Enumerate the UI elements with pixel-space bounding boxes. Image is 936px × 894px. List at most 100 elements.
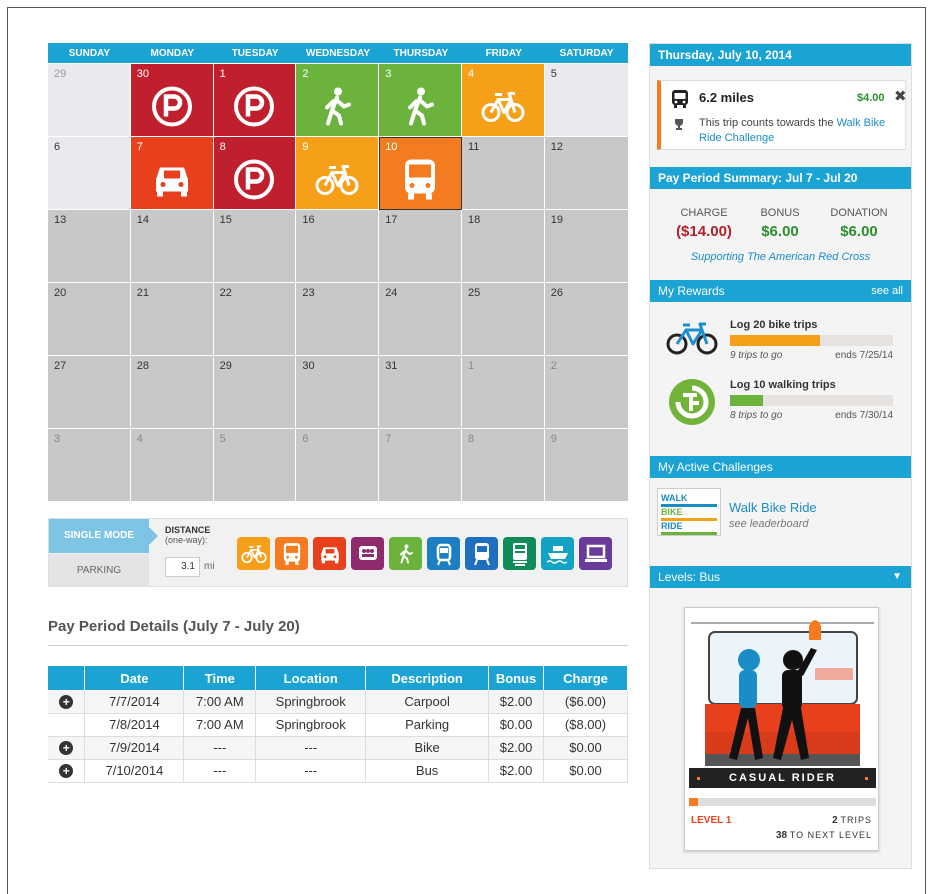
pay-period-table: Date Time Location Description Bonus Charge +…: [48, 666, 628, 783]
calendar-day[interactable]: 2: [296, 64, 380, 137]
calendar-day[interactable]: 30: [296, 356, 380, 429]
calendar-day[interactable]: 2: [544, 356, 628, 429]
pay-period-title: Pay Period Details (July 7 - July 20): [48, 618, 300, 635]
cell-time: 7:00 AM: [183, 713, 257, 737]
calendar-day[interactable]: 8: [461, 429, 545, 502]
day-number: 19: [550, 214, 564, 226]
challenge-name[interactable]: Walk Bike Ride: [729, 500, 817, 515]
close-icon[interactable]: ✖: [894, 87, 907, 105]
calendar-day[interactable]: 15: [213, 210, 297, 283]
calendar-day[interactable]: 16: [296, 210, 380, 283]
expand-icon[interactable]: +: [59, 764, 74, 778]
calendar-weekday-header: SUNDAY MONDAY TUESDAY WEDNESDAY THURSDAY FRID…: [48, 43, 628, 64]
calendar-day[interactable]: 3: [48, 429, 131, 502]
calendar-day[interactable]: 23: [296, 283, 380, 356]
calendar-day[interactable]: 1: [213, 64, 297, 137]
walk-mode-button[interactable]: [389, 537, 422, 570]
rewards-title: My Rewards: [658, 284, 725, 298]
distance-input[interactable]: 3.1: [165, 557, 200, 577]
badge-title: CASUAL RIDER: [729, 772, 836, 784]
bike-mode-button[interactable]: [237, 537, 270, 570]
calendar-day[interactable]: 29: [213, 356, 297, 429]
expand-icon[interactable]: +: [59, 741, 74, 755]
challenge-logo[interactable]: WALK BIKE RIDE: [657, 488, 721, 536]
day-number: 26: [550, 287, 564, 299]
calendar-day[interactable]: 4: [130, 429, 214, 502]
day-number: 30: [302, 360, 315, 372]
day-number: 16: [302, 214, 315, 226]
car-mode-button[interactable]: [313, 537, 346, 570]
ferry-mode-button[interactable]: [541, 537, 574, 570]
calendar-day[interactable]: 14: [130, 210, 214, 283]
see-all-link[interactable]: see all: [871, 280, 903, 302]
calendar-day[interactable]: 11: [461, 137, 545, 210]
calendar-day[interactable]: 27: [48, 356, 131, 429]
calendar-day[interactable]: 31: [379, 356, 462, 429]
vanpool-icon: [357, 544, 379, 564]
sidebar-panel: Thursday, July 10, 2014 6.2 miles $4.00 …: [649, 43, 912, 869]
bus-icon: [282, 542, 302, 566]
cell-date: 7/7/2014: [84, 690, 185, 714]
calendar-day[interactable]: 3: [379, 64, 462, 137]
telework-mode-button[interactable]: [579, 537, 612, 570]
parking-tab[interactable]: PARKING: [49, 554, 149, 587]
bike-icon: [481, 90, 525, 127]
day-number: 14: [136, 214, 150, 226]
calendar-day[interactable]: 6: [296, 429, 380, 502]
calendar-day[interactable]: 7: [130, 137, 214, 210]
trips-number: 2: [832, 815, 838, 826]
calendar-day[interactable]: 6: [48, 137, 131, 210]
weekday-label: THURSDAY: [393, 48, 449, 59]
table-row: 7/8/2014 7:00 AM Springbrook Parking $0.00 ($…: [48, 713, 628, 737]
calendar-day[interactable]: 17: [379, 210, 462, 283]
day-number: 6: [302, 433, 309, 445]
expand-icon[interactable]: +: [59, 694, 74, 709]
cell-location: Springbrook: [255, 690, 367, 714]
calendar-day[interactable]: 9: [544, 429, 628, 502]
calendar-day[interactable]: 1: [461, 356, 545, 429]
cell-charge: ($8.00): [543, 713, 628, 737]
calendar-day[interactable]: 30: [130, 64, 214, 137]
day-number: 25: [467, 287, 481, 299]
tram-icon: [435, 542, 453, 566]
light-rail-mode-button[interactable]: [465, 537, 498, 570]
cell-bonus: $2.00: [488, 736, 545, 760]
bus-mode-button[interactable]: [275, 537, 308, 570]
calendar-day[interactable]: 25: [461, 283, 545, 356]
calendar-day[interactable]: 12: [544, 137, 628, 210]
calendar-day[interactable]: 9: [296, 137, 380, 210]
vanpool-mode-button[interactable]: [351, 537, 384, 570]
calendar-day[interactable]: 4: [461, 64, 545, 137]
calendar-day[interactable]: 22: [213, 283, 297, 356]
calendar-day[interactable]: 20: [48, 283, 131, 356]
reward-end-date: ends 7/25/14: [835, 350, 893, 361]
level-label: LEVEL 1: [691, 815, 732, 826]
calendar-day[interactable]: 18: [461, 210, 545, 283]
single-mode-tab[interactable]: SINGLE MODE: [49, 519, 158, 553]
trip-card[interactable]: 6.2 miles $4.00 ✖ This trip counts towar…: [657, 80, 907, 150]
challenge-sub[interactable]: see leaderboard: [729, 518, 809, 530]
calendar-day[interactable]: 5: [544, 64, 628, 137]
calendar-day[interactable]: 26: [544, 283, 628, 356]
badge-dot: [865, 777, 868, 780]
cell-time: ---: [183, 759, 257, 783]
calendar-day[interactable]: 21: [130, 283, 214, 356]
chevron-down-icon[interactable]: ▼: [892, 566, 902, 588]
rewards-header: My Rewards see all: [650, 280, 911, 302]
calendar-day[interactable]: 10: [379, 137, 462, 210]
calendar-day[interactable]: 28: [130, 356, 214, 429]
supporting-link[interactable]: Supporting The American Red Cross: [650, 251, 911, 263]
day-number: 11: [467, 141, 480, 153]
calendar-day[interactable]: 29: [48, 64, 131, 137]
calendar-day[interactable]: 5: [213, 429, 297, 502]
train-mode-button[interactable]: [503, 537, 536, 570]
column-header: Date: [84, 666, 185, 690]
calendar-day[interactable]: 13: [48, 210, 131, 283]
levels-header[interactable]: Levels: Bus ▼: [650, 566, 911, 588]
calendar-day[interactable]: 8: [213, 137, 297, 210]
calendar-day[interactable]: 7: [379, 429, 462, 502]
calendar-day[interactable]: 19: [544, 210, 628, 283]
calendar-day[interactable]: 24: [379, 283, 462, 356]
day-number: 1: [219, 68, 226, 80]
tram-mode-button[interactable]: [427, 537, 460, 570]
